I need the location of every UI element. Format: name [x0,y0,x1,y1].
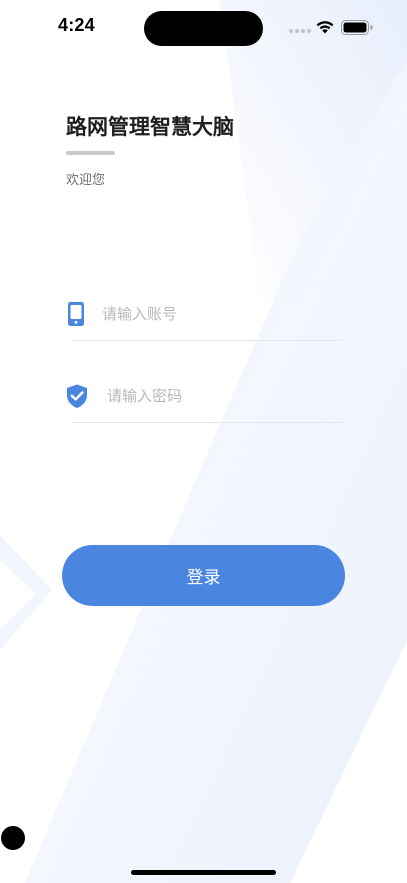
battery-icon [341,20,373,35]
assistive-touch-button[interactable] [1,826,25,850]
password-field [64,373,342,423]
welcome-text: 欢迎您 [66,173,106,188]
home-indicator[interactable] [131,870,276,875]
page-title: 路网管理智慧大脑 [66,115,234,139]
shield-check-icon [67,384,87,408]
dynamic-island [144,11,263,46]
account-divider [72,340,342,341]
wifi-icon [316,21,334,34]
password-divider [72,422,342,423]
title-underline [66,151,115,155]
status-time: 4:24 [58,15,95,35]
login-button[interactable]: 登录 [62,545,345,606]
account-field [64,291,342,341]
cellular-signal-icon [289,29,311,33]
phone-icon [68,302,84,326]
password-input[interactable] [107,381,327,411]
account-input[interactable] [102,299,322,329]
